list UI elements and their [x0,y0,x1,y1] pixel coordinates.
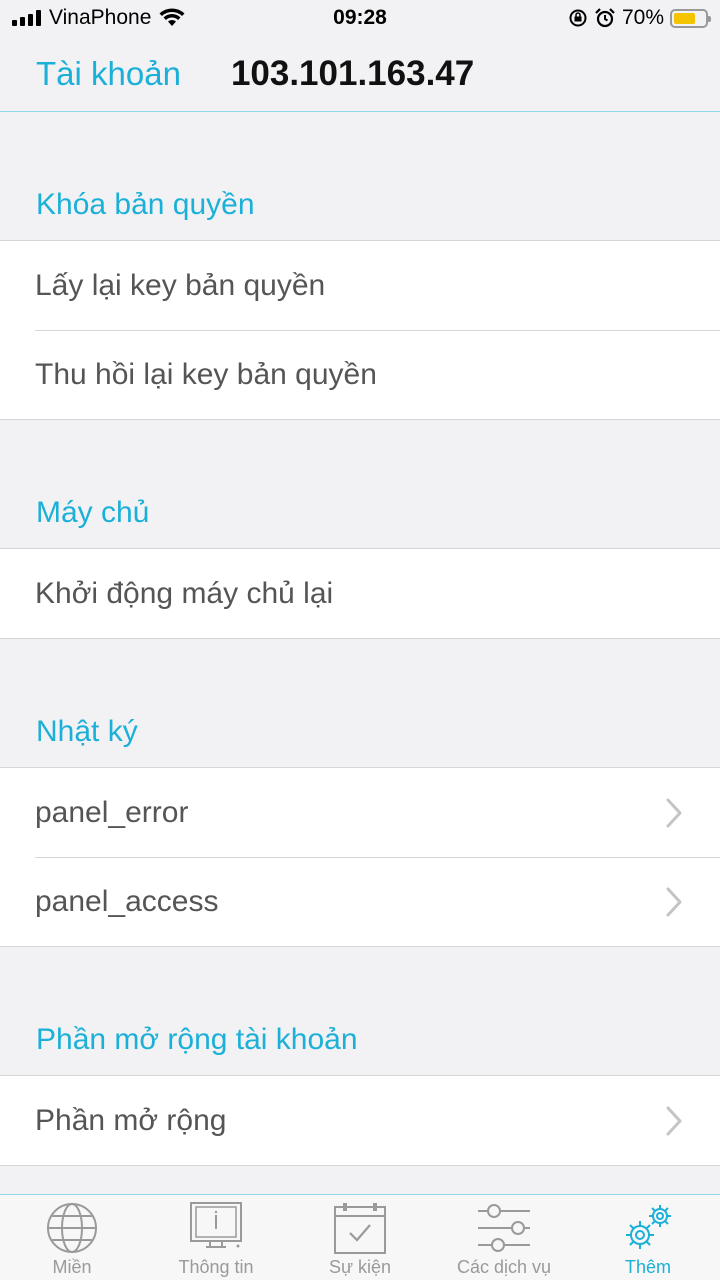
tab-label: Các dịch vụ [456,1257,552,1277]
rotation-lock-icon [569,9,587,27]
row-label: panel_error [35,795,189,829]
calendar-check-icon [334,1203,386,1254]
app-screen: VinaPhone 09:28 70% Tài khoản 103.101.16… [0,0,720,1280]
tab-events[interactable]: Sự kiện [288,1195,432,1278]
status-right: 70% [448,6,711,30]
gears-icon [626,1205,671,1249]
tab-label: Miền [52,1257,92,1277]
row-label: Khởi động máy chủ lại [35,576,334,610]
monitor-icon [190,1202,242,1248]
status-left: VinaPhone [12,6,272,30]
tab-services[interactable]: Các dịch vụ [432,1195,576,1278]
server-group: Khởi động máy chủ lại [0,548,720,639]
globe-icon [47,1203,97,1253]
row-label: Phần mở rộng [35,1103,227,1137]
row-label: panel_access [35,885,219,918]
battery-percent: 70% [621,6,664,29]
sliders-icon [478,1204,530,1252]
chevron-right-icon [666,798,682,827]
battery-icon [670,8,711,28]
section-header-logs: Nhật ký [36,715,138,748]
tab-label: Sự kiện [328,1257,392,1277]
signal-icon [12,10,41,26]
tab-label: Thông tin [178,1257,254,1277]
wifi-icon [159,8,185,26]
account-link[interactable]: Tài khoản [36,55,181,93]
status-bar: VinaPhone 09:28 70% [0,0,720,36]
settings-list: Khóa bản quyền Lấy lại key bản quyền Thu… [0,112,720,1166]
page-title: 103.101.163.47 [230,53,475,93]
section-header-server: Máy chủ [36,496,150,529]
nav-header: Tài khoản 103.101.163.47 [0,36,720,112]
license-group: Lấy lại key bản quyền Thu hồi lại key bả… [0,240,720,420]
revoke-license-key-row[interactable]: Thu hồi lại key bản quyền [35,330,720,419]
extensions-row[interactable]: Phần mở rộng [35,1076,720,1165]
row-label: Lấy lại key bản quyền [35,268,326,302]
alarm-icon [595,8,615,28]
row-label: Thu hồi lại key bản quyền [35,358,377,391]
chevron-right-icon [666,1106,682,1135]
section-header-extensions: Phần mở rộng tài khoản [36,1023,358,1056]
section-header-license: Khóa bản quyền [36,188,255,221]
battery-level [674,12,695,24]
extensions-group: Phần mở rộng [0,1075,720,1166]
logs-group: panel_error panel_access [0,767,720,947]
panel-error-row[interactable]: panel_error [35,768,720,857]
panel-access-row[interactable]: panel_access [35,857,720,946]
restart-server-row[interactable]: Khởi động máy chủ lại [35,549,720,638]
recover-license-key-row[interactable]: Lấy lại key bản quyền [35,241,720,330]
status-time: 09:28 [333,6,387,29]
tab-label: Thêm [624,1257,671,1277]
tab-info[interactable]: Thông tin [144,1195,288,1278]
chevron-right-icon [666,887,682,917]
tab-bar: Miền Thông tin Sự kiện Các dịch vụ Thêm [0,1194,720,1280]
carrier-name: VinaPhone [49,6,152,29]
tab-domains[interactable]: Miền [0,1195,144,1278]
tab-more[interactable]: Thêm [576,1195,720,1278]
